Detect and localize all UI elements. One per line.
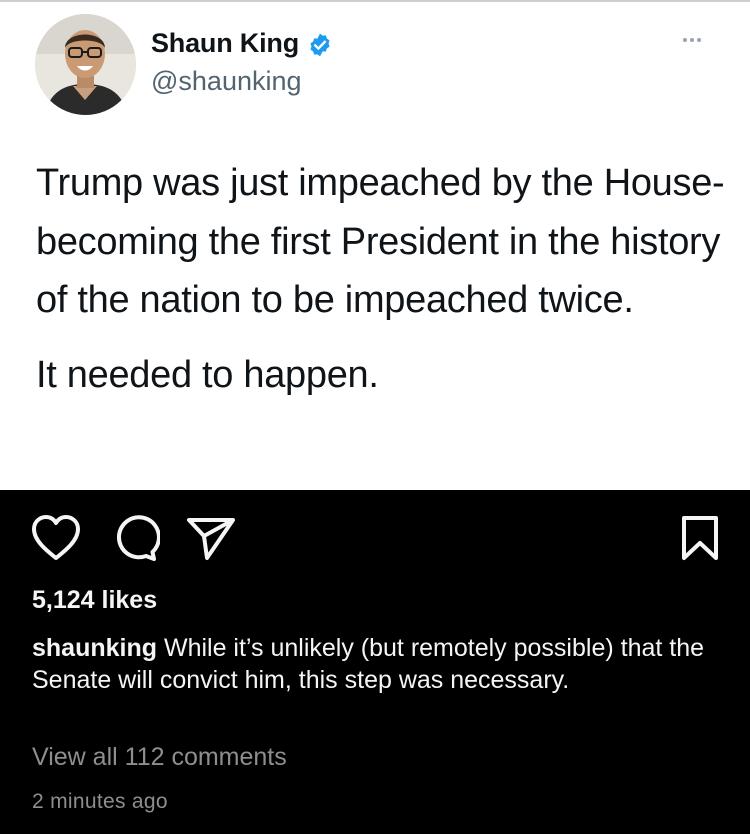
author-name-row[interactable]: Shaun King: [151, 28, 333, 59]
caption-username[interactable]: shaunking: [32, 634, 157, 662]
avatar[interactable]: [35, 14, 136, 115]
tweet-paragraph: It needed to happen.: [36, 353, 379, 396]
post-timestamp: 2 minutes ago: [32, 790, 168, 813]
likes-count[interactable]: 5,124 likes: [32, 586, 157, 615]
paper-plane-icon[interactable]: [185, 514, 237, 567]
view-all-comments-link[interactable]: View all 112 comments: [32, 743, 287, 772]
heart-icon[interactable]: [30, 514, 82, 567]
post-footer: 5,124 likes shaunking While it’s unlikel…: [0, 490, 750, 834]
tweet-text: Trump was just impeached by the House- b…: [36, 154, 726, 404]
display-name[interactable]: Shaun King: [151, 28, 299, 59]
author-handle[interactable]: @shaunking: [151, 66, 302, 97]
post-caption: shaunking While it’s unlikely (but remot…: [32, 632, 722, 696]
verified-badge-icon: [307, 32, 333, 58]
avatar-photo: [35, 14, 136, 115]
tweet-paragraph: Trump was just impeached by the House- b…: [36, 162, 725, 321]
bookmark-icon[interactable]: [680, 514, 720, 567]
tweet-card: Shaun King @shaunking Trump was just imp…: [0, 0, 750, 490]
more-options-icon[interactable]: [683, 38, 701, 42]
comment-bubble-icon[interactable]: [110, 514, 161, 567]
